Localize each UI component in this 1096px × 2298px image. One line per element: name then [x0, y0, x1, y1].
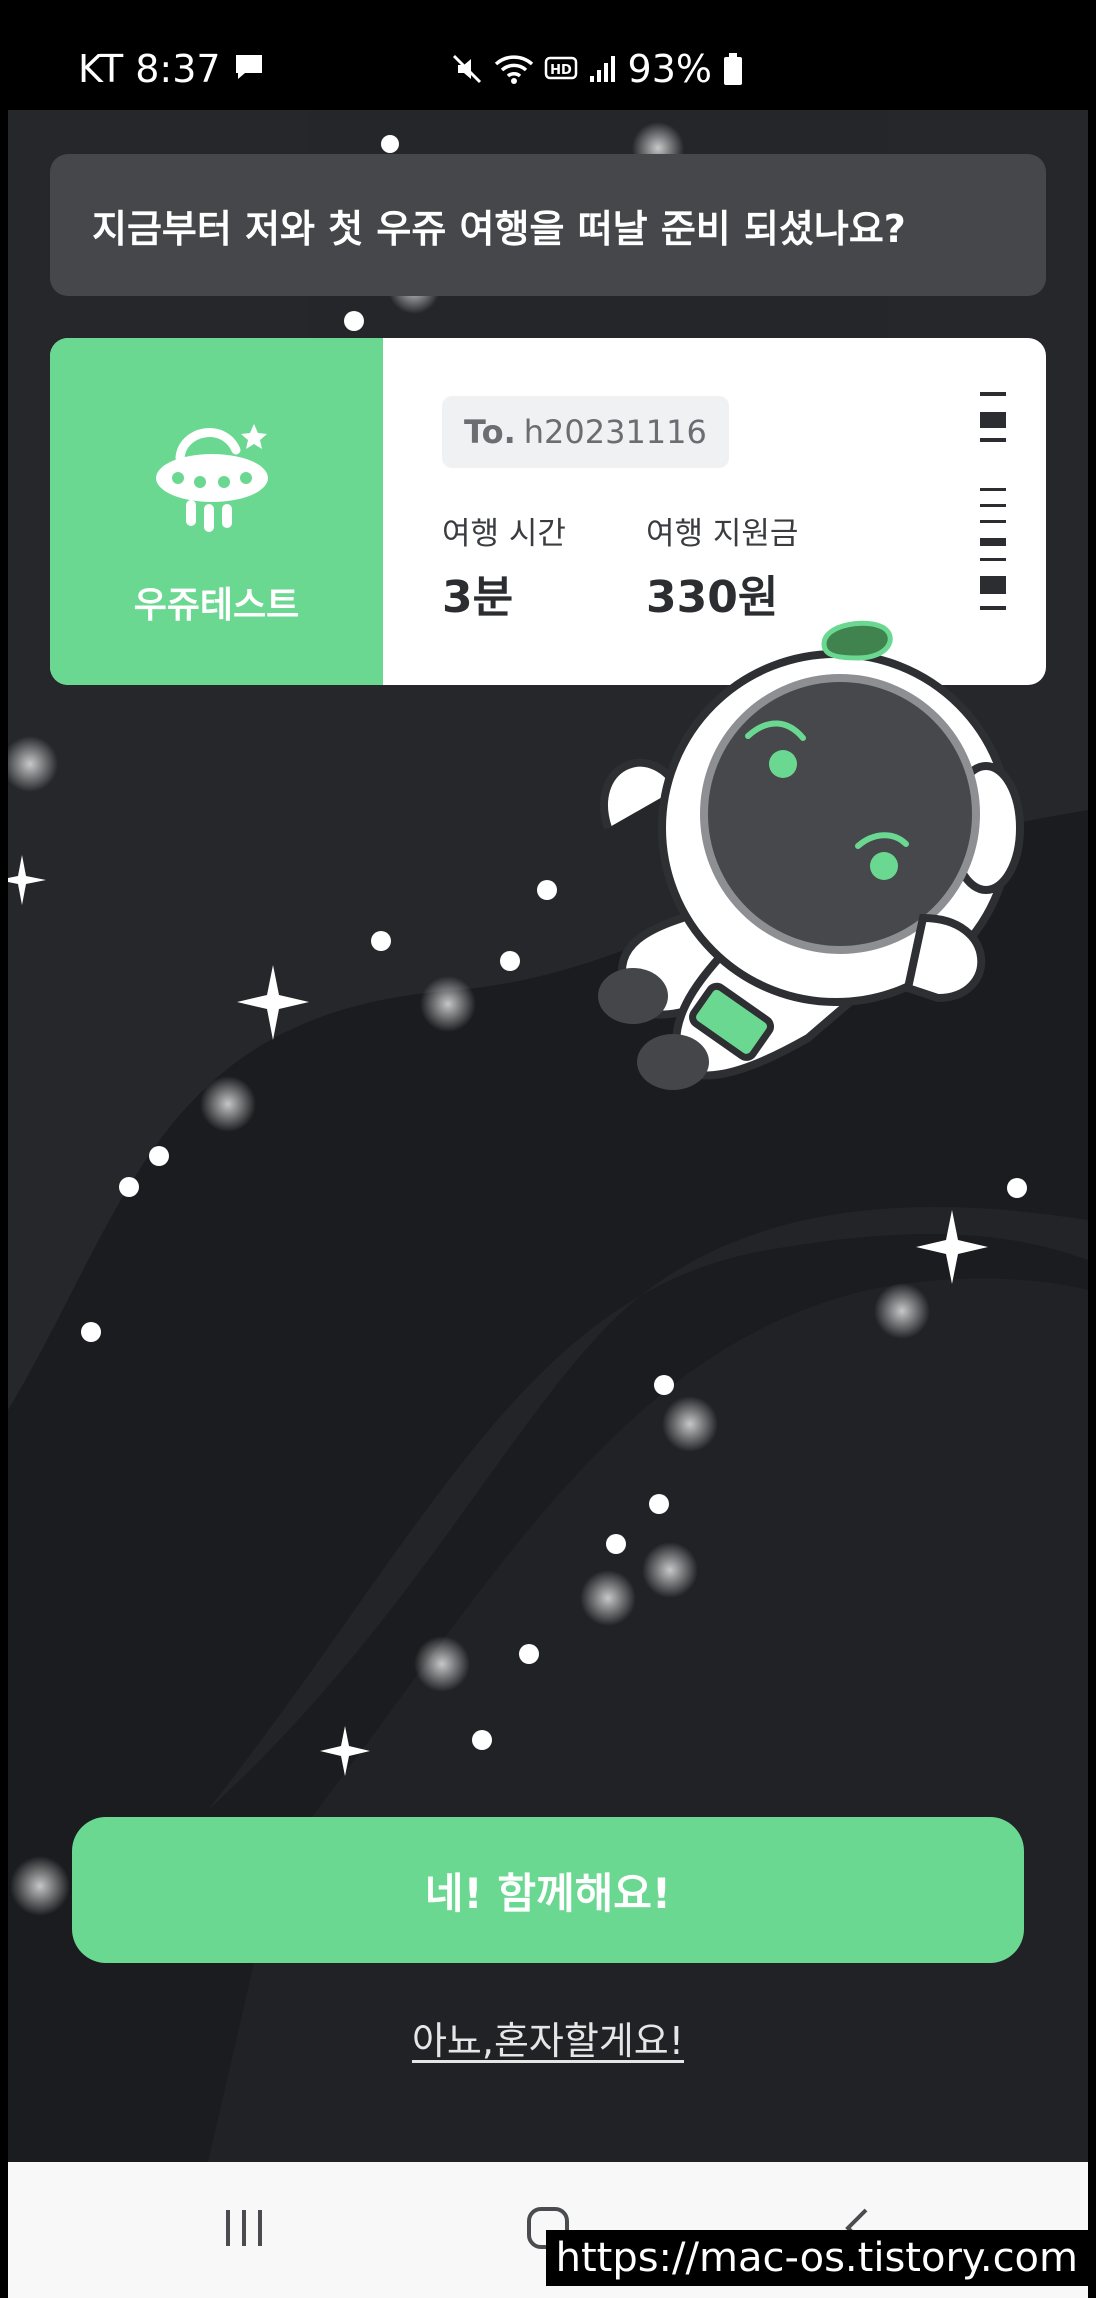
status-bar: KT 8:37 HD 93% [0, 0, 1096, 110]
brand-name: 우쥬테스트 [133, 585, 300, 626]
support-fund-block: 여행 지원금 330원 [646, 508, 798, 625]
signal-icon [588, 54, 618, 84]
recent-apps-icon[interactable] [222, 2206, 266, 2254]
battery-percent: 93% [627, 47, 712, 91]
battery-icon [722, 52, 744, 86]
hd-icon: HD [544, 54, 578, 84]
question-banner: 지금부터 저와 첫 우쥬 여행을 떠날 준비 되셨나요? [50, 154, 1046, 296]
support-fund-label: 여행 지원금 [646, 516, 799, 552]
wifi-icon [494, 52, 534, 86]
recipient-id: h20231116 [523, 413, 707, 451]
astronaut-illustration [578, 618, 1038, 1102]
recipient-chip: To. h20231116 [442, 396, 729, 468]
ufo-icon [152, 410, 282, 544]
travel-time-value: 3분 [442, 572, 514, 623]
decline-link[interactable]: 아뇨,혼자할게요! [8, 2010, 1088, 2065]
accept-button[interactable]: 네! 함께해요! [72, 1817, 1024, 1963]
svg-text:HD: HD [550, 63, 572, 78]
status-left: KT 8:37 [78, 42, 265, 96]
travel-time-label: 여행 시간 [442, 516, 566, 552]
watermark: https://mac-os.tistory.com [545, 2230, 1088, 2286]
support-fund-value: 330원 [646, 572, 779, 623]
ticket-brand-panel: 우쥬테스트 [50, 338, 383, 685]
question-text: 지금부터 저와 첫 우쥬 여행을 떠날 준비 되셨나요? [92, 206, 906, 251]
travel-time-block: 여행 시간 3분 [442, 508, 566, 625]
status-right: HD 93% [440, 42, 744, 96]
screen: KT 8:37 HD 93% 지금부터 저와 첫 우쥬 여행을 떠날 준비 되셨… [0, 0, 1096, 2298]
mute-icon [450, 52, 484, 86]
barcode-icon [980, 392, 1006, 636]
app-content: 지금부터 저와 첫 우쥬 여행을 떠날 준비 되셨나요? 우쥬테스트 To. h… [8, 110, 1088, 2162]
recipient-prefix: To. [464, 413, 516, 451]
carrier-time: KT 8:37 [78, 47, 221, 91]
message-icon [233, 42, 265, 96]
